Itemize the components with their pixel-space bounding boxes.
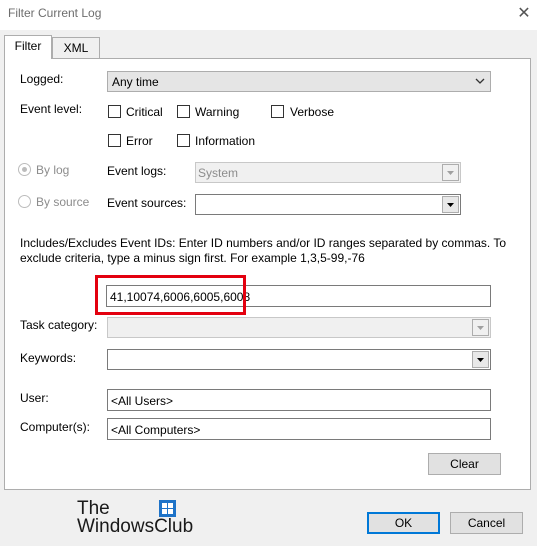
- critical-label: Critical: [126, 105, 163, 119]
- error-label: Error: [126, 134, 153, 148]
- keywords-label: Keywords:: [20, 351, 77, 365]
- logged-label: Logged:: [20, 72, 64, 86]
- event-logs-label: Event logs:: [107, 164, 167, 178]
- user-input[interactable]: <All Users>: [107, 389, 491, 411]
- warning-checkbox[interactable]: [177, 105, 190, 118]
- user-label: User:: [20, 391, 49, 405]
- event-logs-combo[interactable]: System: [195, 162, 461, 183]
- event-sources-label: Event sources:: [107, 196, 187, 210]
- event-logs-value: System: [198, 166, 239, 180]
- chevron-down-icon: [475, 78, 485, 84]
- cancel-button[interactable]: Cancel: [450, 512, 523, 534]
- computers-value: <All Computers>: [111, 423, 201, 437]
- logo-line-2: WindowsClub: [77, 516, 194, 537]
- by-log-radio[interactable]: [18, 163, 31, 176]
- verbose-label: Verbose: [290, 105, 335, 119]
- task-category-label: Task category:: [20, 318, 98, 332]
- error-checkbox[interactable]: [108, 134, 121, 147]
- computers-label: Computer(s):: [20, 420, 91, 434]
- logged-value: Any time: [112, 75, 159, 89]
- close-icon[interactable]: ✕: [512, 3, 536, 25]
- triangle-down-icon: [447, 203, 454, 207]
- clear-button[interactable]: Clear: [428, 453, 501, 475]
- event-logs-dropdown-button[interactable]: [442, 164, 459, 181]
- tab-xml[interactable]: XML: [52, 37, 100, 59]
- event-level-label: Event level:: [20, 102, 83, 116]
- by-log-label: By log: [36, 163, 70, 177]
- by-source-radio[interactable]: [18, 195, 31, 208]
- by-source-label: By source: [36, 195, 90, 209]
- event-ids-input[interactable]: 41,10074,6006,6005,6008: [106, 285, 491, 307]
- event-sources-dropdown-button[interactable]: [442, 196, 459, 213]
- triangle-down-icon: [477, 358, 484, 362]
- task-category-combo[interactable]: [107, 317, 491, 338]
- event-sources-combo[interactable]: [195, 194, 461, 215]
- user-value: <All Users>: [111, 394, 174, 408]
- radio-dot-icon: [22, 167, 27, 172]
- information-checkbox[interactable]: [177, 134, 190, 147]
- ok-button[interactable]: OK: [367, 512, 440, 534]
- verbose-checkbox[interactable]: [271, 105, 284, 118]
- windows-logo-icon: [159, 500, 176, 517]
- triangle-down-icon: [447, 171, 454, 175]
- triangle-down-icon: [477, 326, 484, 330]
- critical-checkbox[interactable]: [108, 105, 121, 118]
- logged-dropdown[interactable]: Any time: [107, 71, 491, 92]
- window-title: Filter Current Log: [8, 6, 102, 20]
- task-category-dropdown-button[interactable]: [472, 319, 489, 336]
- tab-filter[interactable]: Filter: [4, 35, 52, 59]
- keywords-dropdown-button[interactable]: [472, 351, 489, 368]
- information-label: Information: [195, 134, 256, 148]
- keywords-combo[interactable]: [107, 349, 491, 370]
- computers-input[interactable]: <All Computers>: [107, 418, 491, 440]
- event-ids-value: 41,10074,6006,6005,6008: [110, 290, 251, 304]
- event-ids-description: Includes/Excludes Event IDs: Enter ID nu…: [20, 236, 507, 265]
- warning-label: Warning: [195, 105, 240, 119]
